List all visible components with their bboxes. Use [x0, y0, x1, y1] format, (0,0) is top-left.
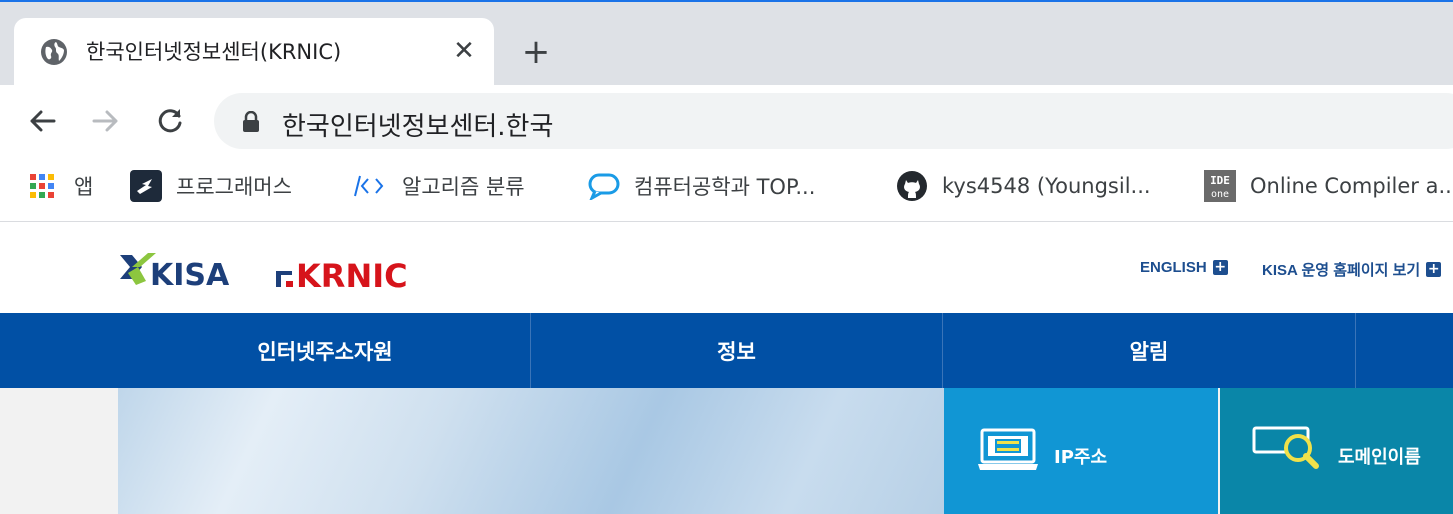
tab-strip: 한국인터넷정보센터(KRNIC) ✕ +: [0, 2, 1453, 85]
globe-icon: [41, 39, 67, 65]
browser-tab-active[interactable]: 한국인터넷정보센터(KRNIC) ✕: [14, 18, 494, 85]
quick-menu-ip-label: IP주소: [1054, 447, 1108, 468]
url-text[interactable]: 한국인터넷정보센터.한국: [282, 106, 553, 143]
monitor-icon: [978, 428, 1038, 470]
address-bar[interactable]: 한국인터넷정보센터.한국: [214, 93, 1453, 149]
tab-title: 한국인터넷정보센터(KRNIC): [86, 40, 342, 64]
nav-divider: [1355, 313, 1356, 388]
bookmark-github[interactable]: kys4548 (Youngsil...: [896, 169, 1151, 203]
bookmark-ideone[interactable]: IDE one Online Compiler a...: [1204, 169, 1453, 203]
bookmark-label: kys4548 (Youngsil...: [942, 174, 1151, 198]
svg-text:IDE: IDE: [1210, 174, 1230, 187]
nav-item-notice[interactable]: 알림: [943, 313, 1355, 388]
bookmark-algorithm[interactable]: 알고리즘 분류: [354, 169, 525, 203]
forward-button[interactable]: [88, 103, 124, 139]
kisa-logo[interactable]: KISA: [118, 247, 258, 291]
bookmark-label: Online Compiler a...: [1250, 174, 1453, 198]
main-visual: IP주소 도메인이름: [0, 388, 1453, 514]
quick-menu-ip[interactable]: IP주소: [944, 388, 1218, 514]
english-link-label: ENGLISH: [1140, 259, 1207, 276]
quick-menu-domain[interactable]: 도메인이름: [1220, 388, 1453, 514]
bookmark-label: 컴퓨터공학과 TOP...: [634, 175, 816, 199]
code-brackets-icon: [354, 175, 384, 197]
tab-close-icon[interactable]: ✕: [450, 36, 478, 66]
quick-menu-domain-label: 도메인이름: [1338, 447, 1421, 468]
bookmark-apps[interactable]: 앱: [30, 169, 93, 203]
lock-icon: [243, 111, 259, 132]
bookmark-programmers[interactable]: 프로그래머스: [130, 169, 292, 203]
nav-item-info[interactable]: 정보: [531, 313, 942, 388]
apps-grid-icon: [30, 174, 54, 198]
bookmarks-bar: 앱 프로그래머스 알고리즘 분류 컴퓨터공학과 TOP... kys4548 (…: [0, 157, 1453, 222]
svg-text:KRNIC: KRNIC: [296, 257, 408, 291]
main-navigation: 인터넷주소자원 정보 알림: [0, 313, 1453, 388]
kisa-homepage-link[interactable]: KISA 운영 홈페이지 보기 +: [1262, 259, 1442, 280]
programmers-icon: [130, 170, 162, 202]
bookmark-computer-science[interactable]: 컴퓨터공학과 TOP...: [588, 169, 815, 203]
english-link[interactable]: ENGLISH +: [1140, 259, 1228, 276]
kisa-homepage-link-label: KISA 운영 홈페이지 보기: [1262, 262, 1421, 279]
krnic-logo[interactable]: KRNIC: [274, 249, 416, 291]
github-icon: [897, 171, 927, 201]
reload-icon: [158, 109, 182, 133]
svg-text:KISA: KISA: [150, 258, 230, 291]
new-tab-button[interactable]: +: [518, 32, 554, 72]
sky-banner-image: [118, 388, 944, 514]
browser-toolbar: 한국인터넷정보센터.한국: [0, 85, 1453, 157]
reload-button[interactable]: [152, 103, 188, 139]
ideone-icon: IDE one: [1204, 170, 1236, 202]
back-button[interactable]: [24, 103, 60, 139]
bookmark-label: 알고리즘 분류: [402, 175, 525, 199]
svg-text:one: one: [1211, 189, 1229, 200]
nav-item-internet-address[interactable]: 인터넷주소자원: [120, 313, 530, 388]
forward-arrow-icon: [92, 110, 118, 132]
chat-bubble-icon: [588, 173, 620, 200]
bookmark-label: 앱: [74, 175, 94, 199]
plus-icon: +: [1426, 261, 1442, 277]
bookmark-label: 프로그래머스: [176, 175, 292, 199]
back-arrow-icon: [30, 110, 56, 132]
web-page: KISA KRNIC ENGLISH + KISA 운영 홈페이지 보기 + 인…: [0, 223, 1453, 514]
site-header: KISA KRNIC ENGLISH + KISA 운영 홈페이지 보기 +: [0, 223, 1453, 313]
magnifier-icon: [1252, 426, 1319, 469]
plus-icon: +: [1212, 259, 1228, 275]
